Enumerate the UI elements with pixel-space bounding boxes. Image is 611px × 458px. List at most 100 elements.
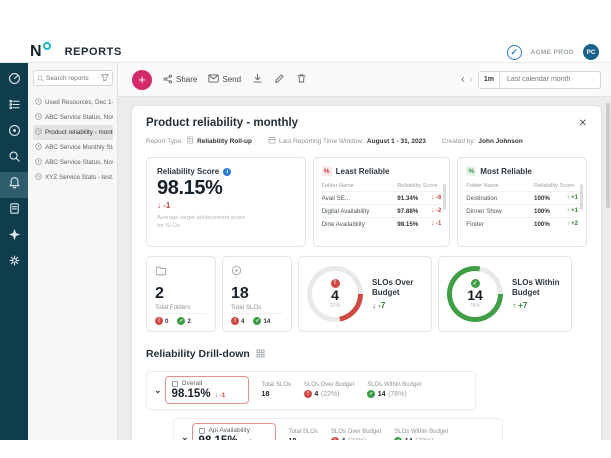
drilldown-row-score: 98.15% [172, 388, 211, 400]
report-type-icon [186, 136, 194, 146]
within-budget-value: 14 [467, 288, 483, 303]
reliability-score-description: Average target achievement score for SLO… [157, 215, 249, 231]
search-input[interactable] [46, 75, 96, 82]
table-row[interactable]: Avail SE... 91.34% ↓ -6 [322, 191, 442, 204]
checkbox[interactable] [172, 381, 178, 387]
org-label[interactable]: ACME PROD [531, 49, 574, 56]
checkbox[interactable] [199, 428, 205, 434]
chevron-down-icon[interactable]: ⌄ [178, 432, 192, 441]
summary-cards-row-1: Reliability Score i 98.15% ↓ -1 Average … [146, 157, 587, 247]
table-row[interactable]: Digital Availability 97.88% ↓ -2 [322, 204, 442, 217]
reliability-score-delta: ↓ -1 [157, 201, 295, 210]
folder-delta: ↓ -1 [423, 221, 441, 227]
add-report-button[interactable]: + [132, 70, 152, 90]
share-button[interactable]: Share [163, 74, 197, 86]
drilldown-row-name: Overall [182, 380, 203, 387]
prev-period-button[interactable]: ‹ [461, 75, 464, 85]
report-list-item[interactable]: ABC Service Status, Nov, 2022 [33, 155, 113, 170]
within-budget-label: SLOs Within Budget [512, 278, 560, 299]
nav-item-search[interactable] [0, 146, 28, 172]
drilldown-name-box[interactable]: Overall 98.15% ↓ -1 [165, 376, 249, 404]
check-icon: ✓ [367, 390, 375, 398]
report-creator-meta: Created by: John Johnson [442, 138, 523, 145]
calendar-icon [268, 136, 276, 146]
within-budget-gauge: ✓ 14 78% [447, 266, 503, 322]
scrollbar-thumb[interactable] [606, 103, 610, 208]
drilldown-over-col: SLOs Over Budget ! 4 (22%) [304, 382, 354, 399]
delete-button[interactable] [296, 72, 307, 87]
report-type-label: Report Type: [146, 138, 183, 145]
check-icon: ✓ [394, 437, 402, 440]
summary-cards-row-2: 2 Total Folders ! 0 ✓ 2 [146, 256, 587, 332]
slos-over-budget-card: ! 4 22% SLOs Over Budget ↓ -7 [298, 256, 432, 332]
toolbar: + Share Send ‹ › 1m [118, 63, 611, 97]
time-range-value: Last calendar month [500, 76, 600, 83]
folder-delta: ↑ +1 [560, 195, 578, 201]
logo-letter: N [30, 44, 42, 60]
over-budget-gauge: ! 4 22% [307, 266, 363, 322]
filter-icon[interactable] [101, 74, 109, 82]
folder-name: Dinner Show [466, 208, 534, 215]
time-range-nav: ‹ › 1m Last calendar month [461, 71, 601, 89]
page-title: REPORTS [65, 46, 122, 58]
drilldown-row-name: Api Availability [209, 427, 250, 434]
table-row[interactable]: Finder 100% ↑ +2 [466, 217, 578, 230]
search-icon [37, 69, 44, 87]
nav-item-list[interactable] [0, 94, 28, 120]
table-row[interactable]: Dinner Show 100% ↑ +1 [466, 204, 578, 217]
drilldown-row-score: 98.15% [199, 435, 238, 440]
status-check-icon[interactable]: ✓ [507, 45, 522, 60]
scrollbar-thumb[interactable] [443, 184, 446, 210]
nav-item-catalog[interactable] [0, 198, 28, 224]
nav-item-settings[interactable] [0, 250, 28, 276]
drilldown-name-box[interactable]: Api Availability 98.15% ↓ -1 [192, 423, 276, 440]
total-folders-card: 2 Total Folders ! 0 ✓ 2 [146, 256, 216, 332]
report-list-item[interactable]: ABC Service Status, Nov, 2022 [33, 110, 113, 125]
close-icon[interactable]: ✕ [579, 118, 587, 129]
report-list-item[interactable]: Used Resources, Dec 1-14, 2022 [33, 95, 113, 110]
download-button[interactable] [252, 72, 263, 87]
chevron-down-icon[interactable]: ⌄ [151, 385, 165, 396]
nav-item-dashboard[interactable] [0, 68, 28, 94]
edit-button[interactable] [274, 72, 285, 87]
report-card: Product reliability - monthly ✕ Report T… [131, 105, 602, 440]
total-folders-value: 2 [155, 286, 207, 302]
send-button[interactable]: Send [208, 74, 241, 85]
reliability-drilldown-section: Reliability Drill-down ⌄ Overall 98.15% [146, 345, 587, 440]
table-header: Folder Name Reliability Score [466, 183, 578, 191]
avatar[interactable]: PC [583, 44, 599, 60]
nav-item-alerts[interactable] [0, 172, 28, 198]
time-range-field[interactable]: 1m Last calendar month [478, 71, 601, 89]
over-budget-delta: ↓ -7 [372, 301, 420, 310]
next-period-button[interactable]: › [470, 75, 473, 85]
report-item-label: XYZ Service Stats - test... [45, 174, 113, 181]
table-row[interactable]: Destination 100% ↑ +1 [466, 191, 578, 204]
app-window: Used Resources, Dec 1-14, 2022 ABC Servi… [0, 62, 611, 440]
report-item-label: ABC Service Status, Nov, 2022 [45, 114, 113, 121]
gear-icon [8, 254, 21, 272]
logo-dot-icon [43, 42, 51, 50]
folder-score: 100% [534, 195, 560, 202]
folder-delta: ↓ -6 [423, 195, 441, 201]
column-folder-name: Folder Name [466, 183, 534, 189]
report-list-item-selected[interactable]: Product reliability - monthly... [33, 125, 113, 140]
drilldown-over-col: SLOs Over Budget ! 4 (22%) [331, 429, 381, 440]
scrollbar-thumb[interactable] [580, 184, 583, 210]
report-item-label: ABC Service Status, Nov, 2022 [45, 159, 113, 166]
reliability-score-title: Reliability Score [157, 167, 219, 176]
table-row[interactable]: Dine Availability 98.15% ↓ -1 [322, 217, 442, 230]
check-icon: ✓ [253, 317, 261, 325]
folder-score: 98.15% [397, 221, 423, 228]
total-folders-label: Total Folders [155, 304, 207, 311]
report-list-item[interactable]: ABC Service Monthly Status [33, 140, 113, 155]
nav-item-slo[interactable] [0, 120, 28, 146]
over-budget-value: 4 [331, 288, 339, 303]
info-icon[interactable]: i [223, 168, 231, 176]
slos-within-budget-card: ✓ 14 78% SLOs Within Budget ↑ +7 [438, 256, 572, 332]
report-list-item[interactable]: XYZ Service Stats - test... [33, 170, 113, 185]
target-icon [8, 124, 21, 142]
grid-icon[interactable] [256, 345, 265, 363]
report-window-value: August 1 - 31, 2023 [367, 138, 426, 145]
search-icon [8, 150, 21, 168]
nav-item-integrations[interactable] [0, 224, 28, 250]
